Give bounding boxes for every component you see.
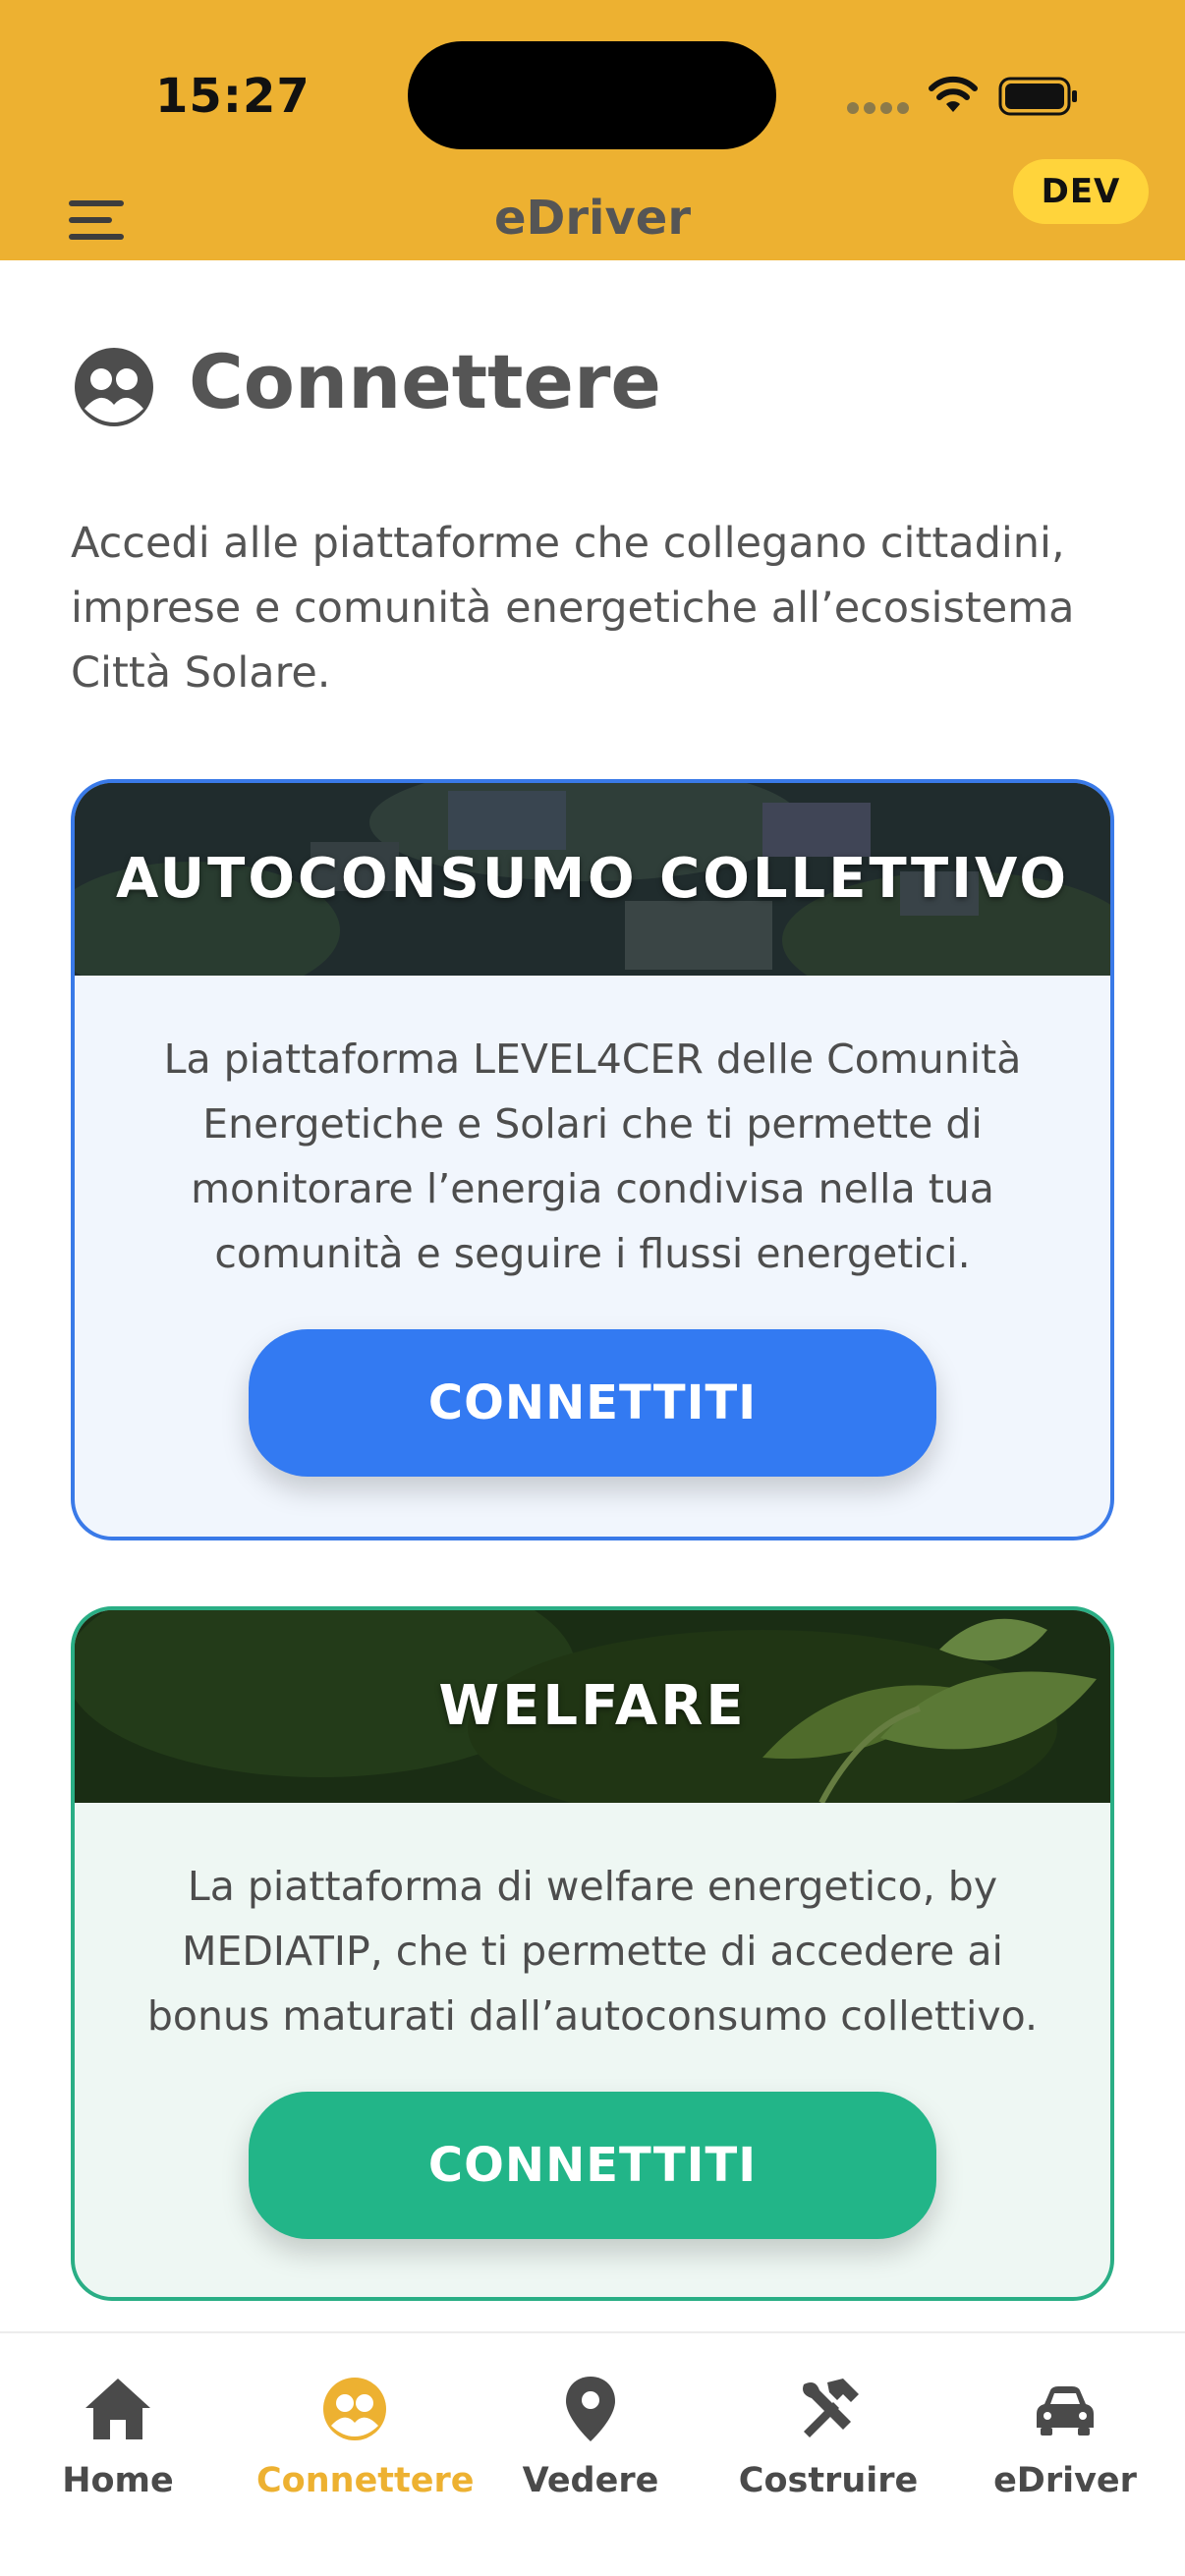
page-title: Connettere: [189, 338, 661, 425]
status-time: 15:27: [155, 69, 310, 124]
connect-button-welfare[interactable]: CONNETTITI: [249, 2092, 936, 2239]
tab-edriver[interactable]: eDriver: [967, 2357, 1163, 2500]
people-icon: [323, 2378, 386, 2440]
car-icon: [1037, 2386, 1094, 2436]
bottom-tab-bar: Home Connettere Vedere Costruire eDriver: [0, 2331, 1185, 2576]
tab-label: Costruire: [738, 2461, 919, 2500]
env-badge: DEV: [1013, 159, 1149, 224]
tab-label: Connettere: [256, 2461, 475, 2500]
autoconsumo-card: AUTOCONSUMO COLLETTIVO La piattaforma LE…: [71, 779, 1114, 1540]
battery-icon: [998, 77, 1077, 116]
tab-label: Vedere: [522, 2461, 659, 2500]
card-header-image: AUTOCONSUMO COLLETTIVO: [75, 783, 1110, 976]
tab-connettere[interactable]: Connettere: [256, 2357, 475, 2500]
wifi-icon: [929, 76, 978, 112]
card-description: La piattaforma LEVEL4CER delle Comunità …: [163, 1036, 1022, 1277]
card-title: WELFARE: [438, 1674, 747, 1738]
app-title: eDriver: [493, 191, 692, 246]
app-header: 15:27 eDriver DEV: [0, 0, 1185, 260]
connect-button-autoconsumo[interactable]: CONNETTITI: [249, 1329, 936, 1477]
card-header-image: WELFARE: [75, 1610, 1110, 1803]
people-icon: [75, 348, 153, 426]
map-pin-icon: [566, 2377, 615, 2441]
welfare-card: WELFARE La piattaforma di welfare energe…: [71, 1606, 1114, 2301]
cellular-signal-icon: [847, 102, 910, 116]
tab-home[interactable]: Home: [20, 2357, 216, 2500]
home-icon: [85, 2379, 150, 2439]
tools-icon: [803, 2379, 859, 2437]
page-intro: Accedi alle piattaforme che collegano ci…: [71, 519, 1075, 698]
card-description: La piattaforma di welfare energetico, by…: [146, 1863, 1039, 2040]
tab-vedere[interactable]: Vedere: [492, 2357, 689, 2500]
tab-label: Home: [62, 2461, 174, 2500]
tab-label: eDriver: [993, 2461, 1137, 2500]
card-title: AUTOCONSUMO COLLETTIVO: [116, 847, 1069, 911]
tab-costruire[interactable]: Costruire: [730, 2357, 927, 2500]
dynamic-island: [408, 41, 776, 149]
